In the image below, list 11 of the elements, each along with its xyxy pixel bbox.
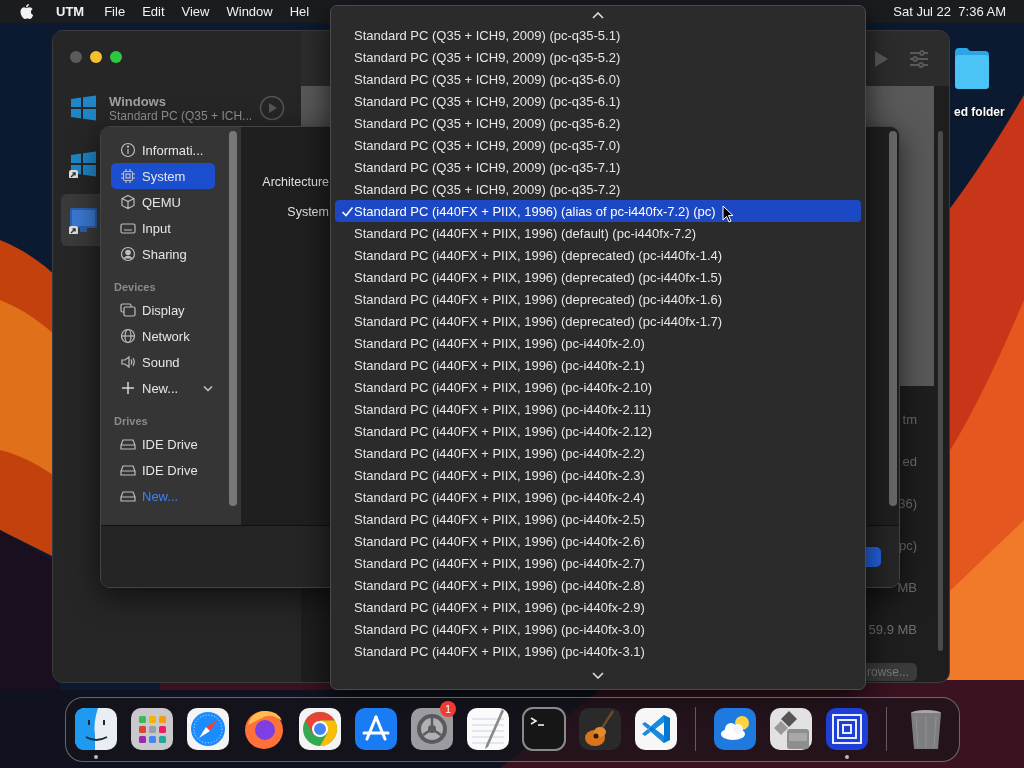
- vm-name: Windows: [109, 93, 167, 109]
- field-label: Architecture: [261, 175, 329, 189]
- field-label: System: [286, 205, 329, 219]
- detail-value: 36): [898, 495, 917, 513]
- detail-value: tm: [902, 411, 917, 429]
- detail-value: MB: [897, 579, 917, 597]
- detail-value: pc): [898, 537, 917, 555]
- section-header: Drives: [114, 415, 149, 427]
- detail-value: ed: [902, 453, 917, 471]
- section-header: Devices: [114, 281, 157, 293]
- detail-value: 59.9 MB: [868, 621, 917, 639]
